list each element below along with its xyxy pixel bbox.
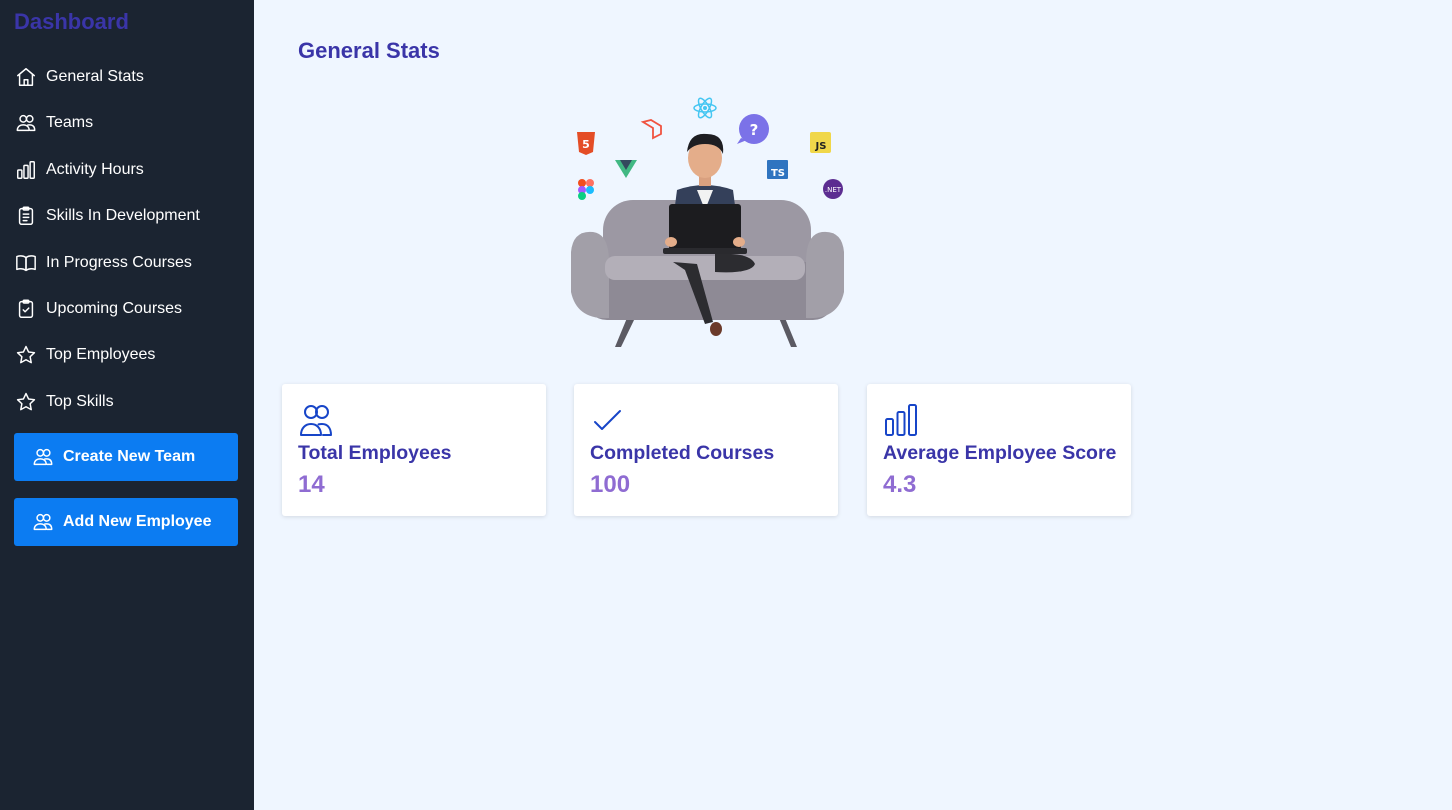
developer-on-sofa-illustration: 5 ? JS TS .NET (571, 97, 844, 347)
users-icon (298, 402, 334, 438)
sidebar-item-teams[interactable]: Teams (14, 105, 93, 141)
sidebar-item-activity-hours[interactable]: Activity Hours (14, 152, 144, 188)
add-new-employee-button[interactable]: Add New Employee (14, 498, 238, 546)
brand-title[interactable]: Dashboard (14, 9, 129, 35)
sidebar-item-in-progress-courses[interactable]: In Progress Courses (14, 245, 192, 281)
svg-text:?: ? (750, 121, 759, 139)
star-icon (14, 390, 38, 414)
stat-card-average-employee-score: Average Employee Score 4.3 (867, 384, 1131, 516)
laravel-icon (640, 119, 662, 140)
javascript-icon: JS (810, 132, 831, 153)
sidebar-item-label: Activity Hours (46, 161, 144, 178)
create-new-team-label: Create New Team (63, 448, 196, 465)
stat-label: Completed Courses (590, 442, 775, 464)
svg-text:JS: JS (815, 141, 827, 152)
sidebar-item-label: Teams (46, 114, 94, 131)
bar-chart-icon (14, 158, 38, 182)
sidebar-item-upcoming-courses[interactable]: Upcoming Courses (14, 291, 182, 327)
sidebar-item-label: Top Skills (46, 393, 114, 410)
sidebar-item-label: Skills In Development (46, 207, 200, 224)
stat-value: 14 (298, 471, 325, 498)
svg-text:.NET: .NET (825, 186, 842, 194)
users-icon (33, 513, 53, 531)
sidebar-item-skills-in-development[interactable]: Skills In Development (14, 198, 200, 234)
sidebar-item-top-skills[interactable]: Top Skills (14, 384, 114, 420)
sidebar-item-label: In Progress Courses (46, 254, 192, 271)
sidebar-item-label: Top Employees (46, 346, 156, 363)
hero-illustration: 5 ? JS TS .NET (565, 92, 850, 352)
page-title: General Stats (298, 38, 440, 63)
clipboard-check-icon (14, 297, 38, 321)
stat-card-total-employees: Total Employees 14 (282, 384, 546, 516)
vue-icon (615, 160, 637, 178)
check-icon (590, 402, 626, 438)
html5-icon: 5 (577, 132, 595, 155)
add-new-employee-label: Add New Employee (63, 513, 212, 530)
svg-text:TS: TS (771, 168, 785, 179)
sidebar: Dashboard General Stats Teams Activity H… (0, 0, 254, 810)
react-icon (693, 97, 717, 119)
star-icon (14, 343, 38, 367)
users-icon (33, 448, 53, 466)
help-bubble-icon: ? (737, 114, 769, 144)
stat-label: Average Employee Score (883, 442, 1117, 464)
stat-value: 100 (590, 471, 631, 498)
sidebar-item-general-stats[interactable]: General Stats (14, 59, 144, 95)
bar-chart-icon (883, 402, 919, 438)
svg-text:5: 5 (582, 138, 590, 151)
figma-icon (578, 179, 594, 200)
clipboard-list-icon (14, 204, 38, 228)
home-icon (14, 65, 38, 89)
sidebar-item-label: Upcoming Courses (46, 300, 183, 317)
sidebar-item-label: General Stats (46, 68, 144, 85)
stat-value: 4.3 (883, 471, 917, 498)
create-new-team-button[interactable]: Create New Team (14, 433, 238, 481)
stat-label: Total Employees (298, 442, 452, 464)
dotnet-icon: .NET (823, 179, 843, 199)
sidebar-item-top-employees[interactable]: Top Employees (14, 337, 155, 373)
typescript-icon: TS (767, 160, 788, 179)
stat-card-completed-courses: Completed Courses 100 (574, 384, 838, 516)
users-icon (14, 111, 38, 135)
book-open-icon (14, 251, 38, 275)
